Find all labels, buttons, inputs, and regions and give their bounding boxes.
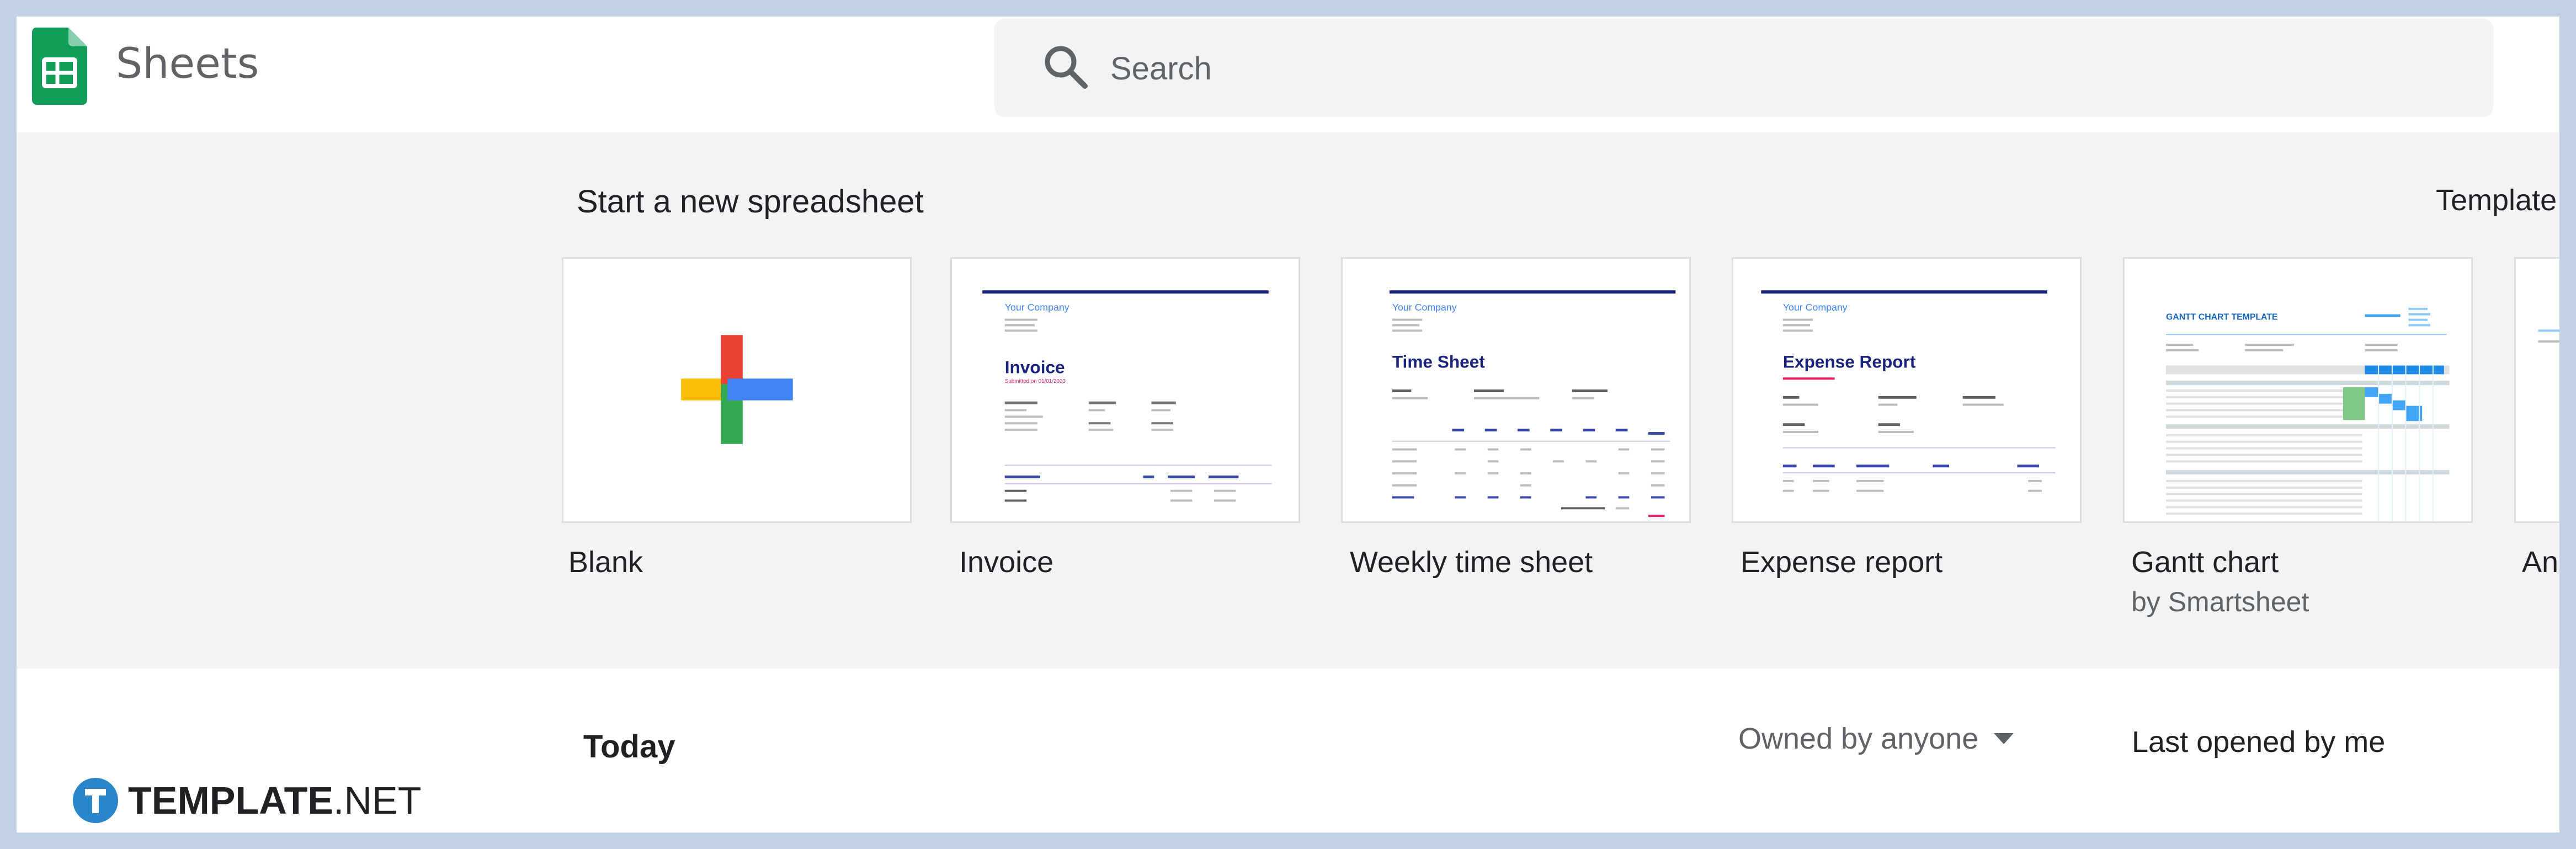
template-sublabel-gantt-chart: by Smartsheet bbox=[2131, 586, 2309, 617]
template-tile-invoice[interactable]: Your Company Invoice Submitted on 01/01/… bbox=[950, 257, 1300, 523]
chevron-down-icon bbox=[1994, 733, 2014, 744]
template-logo-icon bbox=[73, 778, 118, 823]
invoice-company: Your Company bbox=[1005, 302, 1069, 313]
expense-report-preview: Your Company Expense Report bbox=[1761, 290, 2056, 492]
template-net-watermark: TEMPLATE.NET bbox=[72, 777, 421, 824]
gantt-chart-preview: GANTT CHART TEMPLATE bbox=[2166, 307, 2450, 521]
template-label-invoice: Invoice bbox=[959, 546, 1054, 579]
owner-filter-label: Owned by anyone bbox=[1738, 722, 1979, 755]
watermark-brand: TEMPLATE bbox=[128, 779, 334, 822]
partial-preview bbox=[2538, 329, 2559, 343]
recent-files-header: Today Owned by anyone Last opened by me … bbox=[17, 669, 2559, 832]
template-gallery: Start a new spreadsheet Template Blank Y… bbox=[17, 132, 2559, 669]
template-tile-blank[interactable] bbox=[562, 257, 912, 523]
recent-section-title: Today bbox=[583, 729, 675, 765]
app-name[interactable]: Sheets bbox=[116, 39, 259, 88]
invoice-subtitle: Submitted on 01/01/2023 bbox=[1005, 378, 1066, 385]
invoice-title: Invoice bbox=[1005, 357, 1065, 377]
gallery-heading: Start a new spreadsheet bbox=[577, 184, 924, 220]
time-sheet-preview: Your Company Time Sheet bbox=[1389, 290, 1676, 517]
plus-icon bbox=[681, 335, 793, 444]
sort-filter-button[interactable]: Last opened by me bbox=[2132, 725, 2385, 759]
search-icon[interactable] bbox=[1041, 42, 1090, 92]
template-tile-gantt-chart[interactable]: GANTT CHART TEMPLATE bbox=[2123, 257, 2473, 523]
timesheet-company: Your Company bbox=[1392, 302, 1457, 313]
gantt-title: GANTT CHART TEMPLATE bbox=[2166, 313, 2277, 322]
template-label-expense-report: Expense report bbox=[1741, 546, 1943, 579]
sheets-home-screen: Sheets Start a new spreadsheet Template … bbox=[17, 17, 2559, 832]
watermark-suffix: .NET bbox=[333, 779, 422, 822]
template-label-blank: Blank bbox=[568, 546, 643, 579]
template-tile-partial[interactable] bbox=[2514, 257, 2559, 523]
owner-filter-dropdown[interactable]: Owned by anyone bbox=[1738, 722, 2014, 756]
template-tile-weekly-time-sheet[interactable]: Your Company Time Sheet bbox=[1341, 257, 1691, 523]
template-gallery-button[interactable]: Template bbox=[2436, 183, 2557, 217]
expense-title: Expense Report bbox=[1783, 352, 1916, 372]
invoice-preview: Your Company Invoice Submitted on 01/01/… bbox=[982, 290, 1272, 502]
watermark-text: TEMPLATE.NET bbox=[128, 778, 421, 823]
sheets-logo-icon[interactable] bbox=[32, 28, 87, 105]
template-label-gantt-chart: Gantt chart bbox=[2131, 546, 2279, 579]
template-label-partial: An bbox=[2522, 546, 2559, 579]
search-input[interactable] bbox=[1109, 43, 2436, 94]
expense-company: Your Company bbox=[1783, 302, 1848, 313]
template-tile-expense-report[interactable]: Your Company Expense Report bbox=[1732, 257, 2082, 523]
template-label-weekly-time-sheet: Weekly time sheet bbox=[1350, 546, 1593, 579]
timesheet-title: Time Sheet bbox=[1392, 352, 1485, 372]
search-bar[interactable] bbox=[994, 19, 2493, 117]
app-header: Sheets bbox=[17, 17, 2559, 132]
